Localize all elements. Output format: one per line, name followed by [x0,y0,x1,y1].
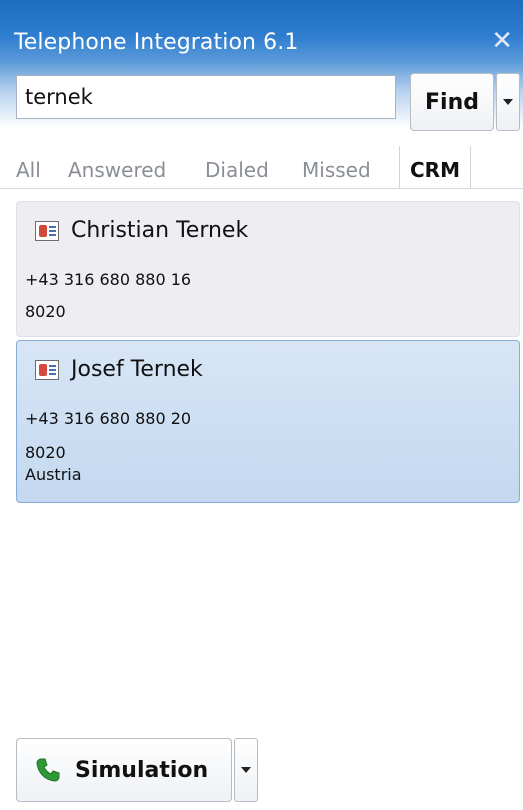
contact-header: Josef Ternek [35,357,203,382]
contact-header: Christian Ternek [35,218,248,243]
contact-name: Josef Ternek [71,357,203,382]
simulation-button[interactable]: Simulation [16,738,232,802]
find-button[interactable]: Find [410,73,494,131]
search-input[interactable] [16,75,396,119]
tab-answered[interactable]: Answered [68,158,166,182]
contact-phone: +43 316 680 880 20 [25,409,192,428]
simulation-button-label: Simulation [75,757,209,783]
find-dropdown-button[interactable] [496,73,520,131]
tab-missed[interactable]: Missed [302,158,371,182]
contact-card-icon [35,220,59,241]
close-icon[interactable]: ✕ [491,26,513,56]
list-item-selected[interactable]: Josef Ternek +43 316 680 880 20 8020 Aus… [16,340,520,503]
phone-icon [36,758,60,782]
contact-postal-code: 8020 [25,443,66,462]
tab-dialed[interactable]: Dialed [205,158,269,182]
find-button-label: Find [425,89,479,115]
contact-postal-code: 8020 [25,302,66,321]
contact-name: Christian Ternek [71,218,249,243]
contact-country: Austria [25,465,82,484]
contact-card-icon [35,359,59,380]
tab-all[interactable]: All [16,158,41,182]
window-title: Telephone Integration 6.1 [14,30,299,55]
contact-phone: +43 316 680 880 16 [25,270,192,289]
filter-tabs: All Answered Dialed Missed CRM [0,146,523,189]
simulation-dropdown-button[interactable] [234,738,258,802]
chevron-down-icon [503,99,513,105]
tab-crm[interactable]: CRM [399,146,471,188]
list-item[interactable]: Christian Ternek +43 316 680 880 16 8020 [16,201,520,337]
chevron-down-icon [241,767,251,773]
